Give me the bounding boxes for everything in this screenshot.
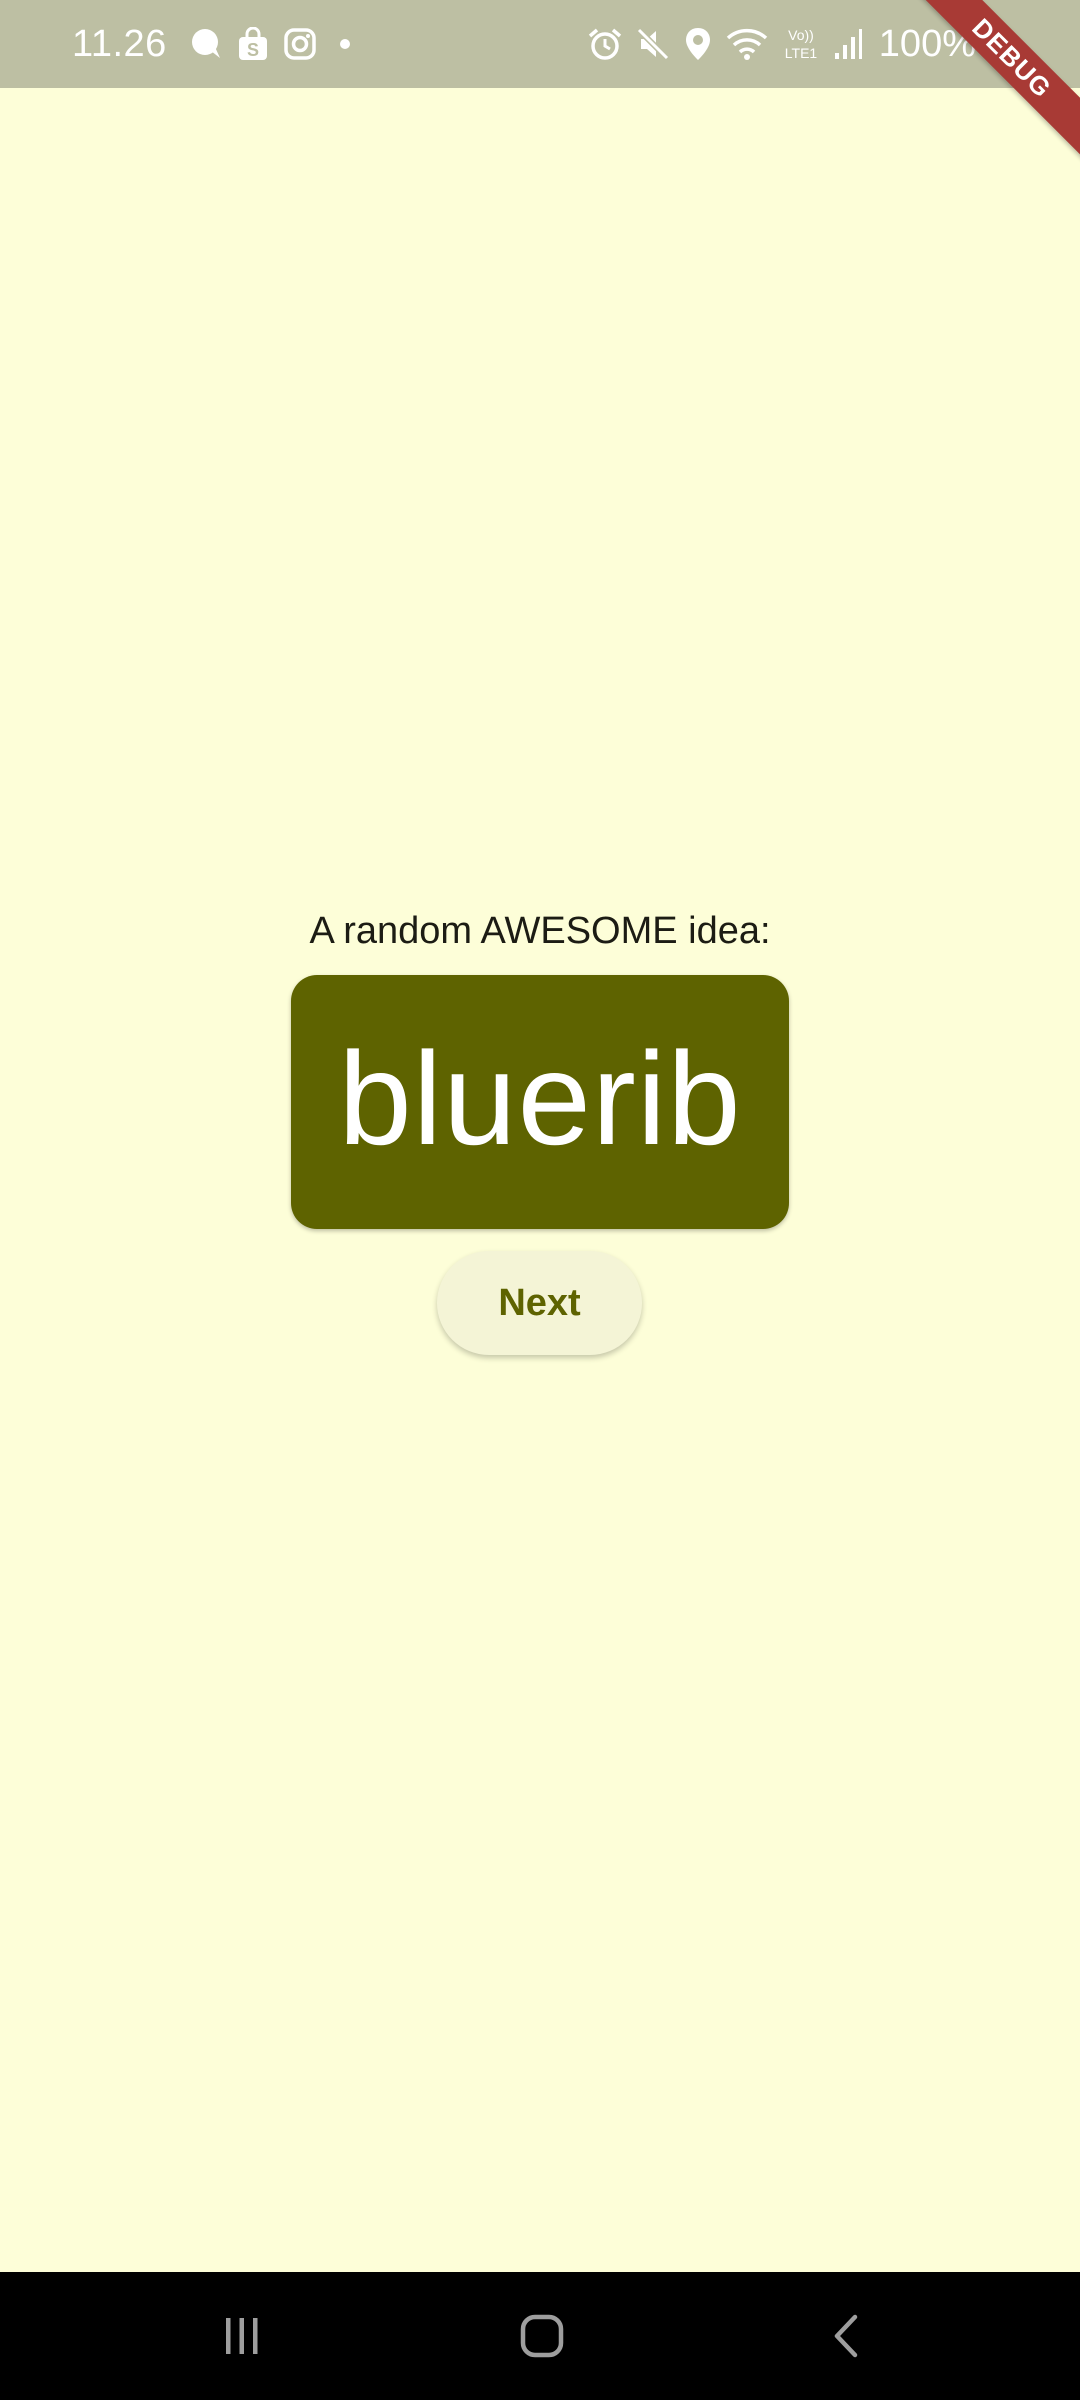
location-icon [683,26,713,62]
main-content: A random AWESOME idea: bluerib Next [0,88,1080,2272]
back-button[interactable] [776,2272,916,2400]
status-bar: 11.26 S Vo)) LTE1 100% [0,0,1080,88]
alarm-icon [587,26,623,62]
next-button[interactable]: Next [437,1251,642,1355]
instagram-icon [283,27,317,61]
idea-word: bluerib [338,1025,742,1172]
idea-prompt-label: A random AWESOME idea: [309,910,771,952]
chat-bubble-icon [189,27,223,61]
navigation-bar [0,2272,1080,2400]
home-button[interactable] [472,2272,612,2400]
shopping-bag-icon: S [237,27,269,61]
status-left-group: 11.26 S [72,0,355,88]
recent-apps-icon [222,2316,262,2356]
idea-card: bluerib [291,975,789,1229]
status-time: 11.26 [72,22,167,65]
notification-dot-icon [331,32,355,56]
volte-lte-icon: Vo)) LTE1 [781,24,821,64]
svg-text:Vo)): Vo)) [788,27,814,43]
wifi-icon [725,26,769,62]
signal-icon [833,27,863,61]
svg-text:S: S [247,40,259,60]
mute-icon [635,26,671,62]
home-icon [520,2314,564,2358]
recent-apps-button[interactable] [172,2272,312,2400]
back-icon [830,2314,862,2358]
svg-text:LTE1: LTE1 [785,45,818,61]
